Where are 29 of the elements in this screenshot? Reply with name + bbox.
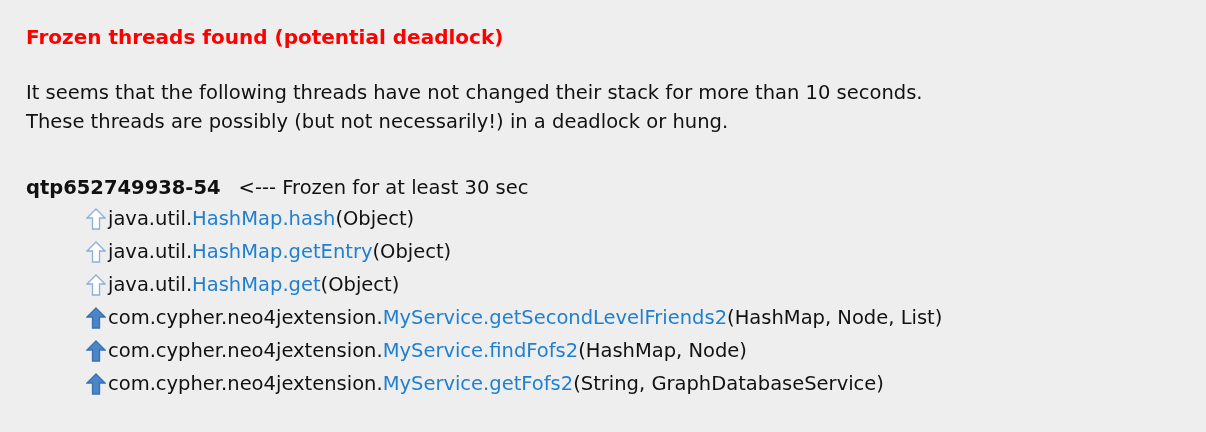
description-text: These threads are possibly (but not necessarily!) in a deadlock or hung. bbox=[26, 109, 730, 135]
method-params: (HashMap, Node) bbox=[578, 339, 747, 362]
package-name: java.util. bbox=[108, 240, 193, 263]
warning-title: Frozen threads found (potential deadlock) bbox=[26, 24, 505, 51]
description-text: It seems that the following threads have not changed their stack for more than 10 seconds. bbox=[26, 80, 924, 106]
method-params: (Object) bbox=[335, 207, 415, 230]
method-link[interactable]: MyService.getSecondLevelFriends2 bbox=[382, 306, 728, 329]
method-link[interactable]: HashMap.get bbox=[192, 273, 321, 296]
up-arrow-icon bbox=[86, 372, 106, 395]
up-arrow-icon bbox=[86, 240, 106, 263]
package-name: com.cypher.neo4jextension. bbox=[108, 339, 383, 362]
package-name: java.util. bbox=[108, 273, 193, 296]
up-arrow-icon bbox=[86, 306, 106, 329]
up-arrow-icon bbox=[86, 339, 106, 362]
method-link[interactable]: MyService.getFofs2 bbox=[382, 372, 574, 395]
method-params: (HashMap, Node, List) bbox=[727, 306, 943, 329]
method-link[interactable]: MyService.findFofs2 bbox=[382, 339, 579, 362]
frozen-note: <--- Frozen for at least 30 sec bbox=[238, 175, 529, 201]
package-name: java.util. bbox=[108, 207, 193, 230]
thread-name: qtp652749938-54 bbox=[26, 175, 221, 201]
up-arrow-icon bbox=[86, 273, 106, 296]
method-params: (Object) bbox=[372, 240, 452, 263]
method-link[interactable]: HashMap.hash bbox=[192, 207, 336, 230]
up-arrow-icon bbox=[86, 207, 106, 230]
method-link[interactable]: HashMap.getEntry bbox=[192, 240, 373, 263]
package-name: com.cypher.neo4jextension. bbox=[108, 372, 383, 395]
method-params: (String, GraphDatabaseService) bbox=[573, 372, 884, 395]
package-name: com.cypher.neo4jextension. bbox=[108, 306, 383, 329]
method-params: (Object) bbox=[320, 273, 400, 296]
